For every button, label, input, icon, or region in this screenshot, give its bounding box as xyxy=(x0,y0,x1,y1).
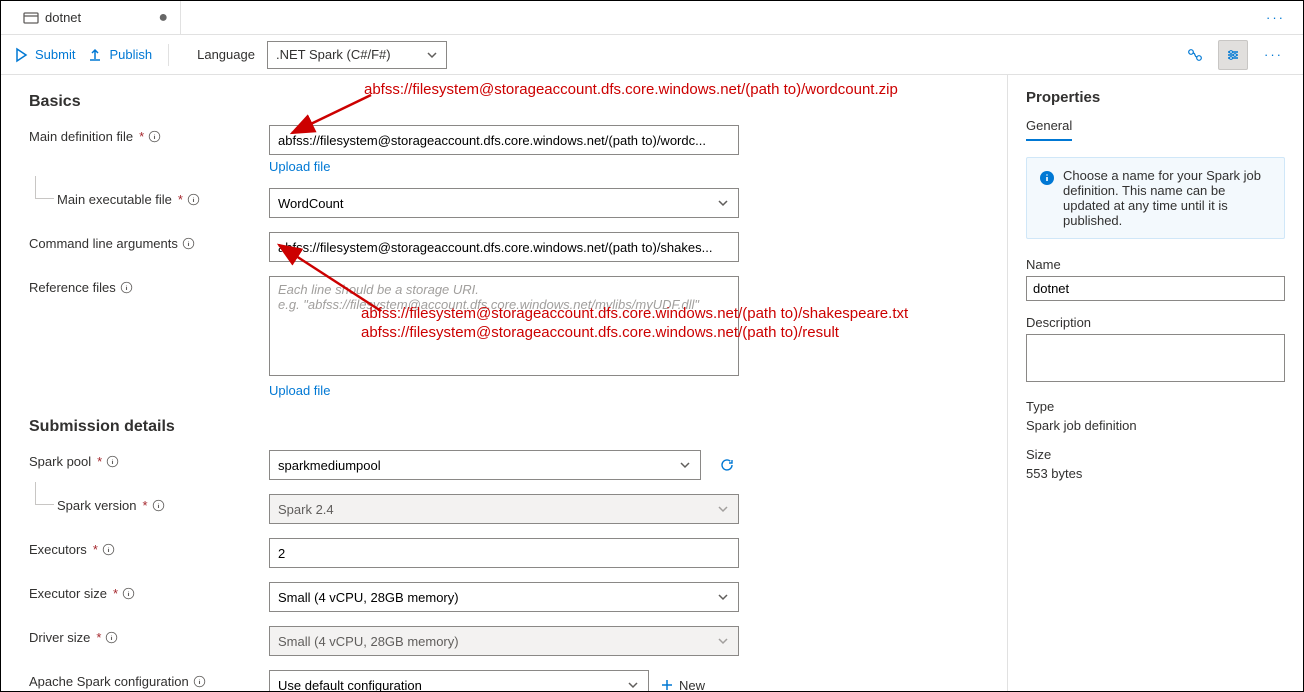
play-icon xyxy=(13,47,29,63)
properties-panel: Properties General Choose a name for you… xyxy=(1008,75,1303,691)
spark-job-icon xyxy=(23,10,39,26)
info-icon[interactable] xyxy=(102,543,115,556)
main-exec-label: Main executable file* xyxy=(29,188,269,207)
info-message: Choose a name for your Spark job definit… xyxy=(1026,157,1285,239)
submit-label: Submit xyxy=(35,47,75,62)
driver-size-select xyxy=(269,626,739,656)
tab-title: dotnet xyxy=(45,10,81,25)
executors-input[interactable] xyxy=(269,538,739,568)
spark-pool-label: Spark pool* xyxy=(29,450,269,469)
language-value: .NET Spark (C#/F#) xyxy=(276,47,391,62)
dirty-indicator-icon: ● xyxy=(158,10,168,26)
prop-desc-input[interactable] xyxy=(1026,334,1285,382)
info-circle-icon xyxy=(1039,170,1055,186)
info-icon[interactable] xyxy=(106,455,119,468)
executor-size-select[interactable] xyxy=(269,582,739,612)
info-icon[interactable] xyxy=(148,130,161,143)
separator xyxy=(168,44,169,66)
refresh-button[interactable] xyxy=(715,457,739,473)
chevron-down-icon xyxy=(625,677,641,691)
spark-pool-select[interactable] xyxy=(269,450,701,480)
info-icon[interactable] xyxy=(187,193,200,206)
main-def-label: Main definition file* xyxy=(29,125,269,144)
new-config-button[interactable]: New xyxy=(659,677,705,691)
language-select[interactable]: .NET Spark (C#/F#) xyxy=(267,41,447,69)
chevron-down-icon xyxy=(715,589,731,605)
basics-heading: Basics xyxy=(29,93,979,111)
apache-conf-label: Apache Spark configuration xyxy=(29,670,269,689)
info-icon[interactable] xyxy=(122,587,135,600)
chevron-down-icon xyxy=(715,195,731,211)
driver-size-label: Driver size* xyxy=(29,626,269,645)
cmd-args-label: Command line arguments xyxy=(29,232,269,251)
chevron-down-icon xyxy=(715,633,731,649)
info-icon[interactable] xyxy=(182,237,195,250)
main-panel: abfss://filesystem@storageaccount.dfs.co… xyxy=(1,75,1008,691)
toolbar: Submit Publish Language .NET Spark (C#/F… xyxy=(1,35,1303,75)
chevron-down-icon xyxy=(677,457,693,473)
lineage-icon xyxy=(1187,47,1203,63)
apache-conf-select[interactable] xyxy=(269,670,649,691)
prop-type-label: Type xyxy=(1026,399,1285,414)
info-icon[interactable] xyxy=(105,631,118,644)
upload-file-link-2[interactable]: Upload file xyxy=(269,383,330,398)
prop-size-value: 553 bytes xyxy=(1026,466,1285,481)
info-icon[interactable] xyxy=(152,499,165,512)
prop-desc-label: Description xyxy=(1026,315,1285,330)
executors-label: Executors* xyxy=(29,538,269,557)
publish-label: Publish xyxy=(109,47,152,62)
ref-files-textarea[interactable] xyxy=(269,276,739,376)
cmd-args-input[interactable] xyxy=(269,232,739,262)
submit-button[interactable]: Submit xyxy=(13,47,75,63)
chevron-down-icon xyxy=(715,501,731,517)
toolbar-overflow-icon[interactable]: ··· xyxy=(1256,47,1291,62)
submission-heading: Submission details xyxy=(29,418,979,436)
language-label: Language xyxy=(197,47,255,62)
tab-general[interactable]: General xyxy=(1026,118,1072,141)
main-exec-select[interactable] xyxy=(269,188,739,218)
properties-title: Properties xyxy=(1026,89,1285,106)
tab-overflow-icon[interactable]: ··· xyxy=(1258,10,1293,25)
plus-icon xyxy=(659,677,675,691)
prop-type-value: Spark job definition xyxy=(1026,418,1285,433)
main-def-input[interactable] xyxy=(269,125,739,155)
prop-name-input[interactable] xyxy=(1026,276,1285,301)
editor-tab[interactable]: dotnet ● xyxy=(11,1,181,34)
tab-bar: dotnet ● ··· xyxy=(1,1,1303,35)
executor-size-label: Executor size* xyxy=(29,582,269,601)
publish-icon xyxy=(87,47,103,63)
refresh-icon xyxy=(719,457,735,473)
chevron-down-icon xyxy=(424,47,440,63)
prop-size-label: Size xyxy=(1026,447,1285,462)
info-icon[interactable] xyxy=(193,675,206,688)
properties-toggle-button[interactable] xyxy=(1218,40,1248,70)
ref-files-label: Reference files xyxy=(29,276,269,295)
upload-file-link-1[interactable]: Upload file xyxy=(269,159,330,174)
info-icon[interactable] xyxy=(120,281,133,294)
publish-button[interactable]: Publish xyxy=(87,47,152,63)
related-items-button[interactable] xyxy=(1180,40,1210,70)
spark-version-label: Spark version* xyxy=(29,494,269,513)
settings-icon xyxy=(1225,47,1241,63)
spark-version-select xyxy=(269,494,739,524)
prop-name-label: Name xyxy=(1026,257,1285,272)
